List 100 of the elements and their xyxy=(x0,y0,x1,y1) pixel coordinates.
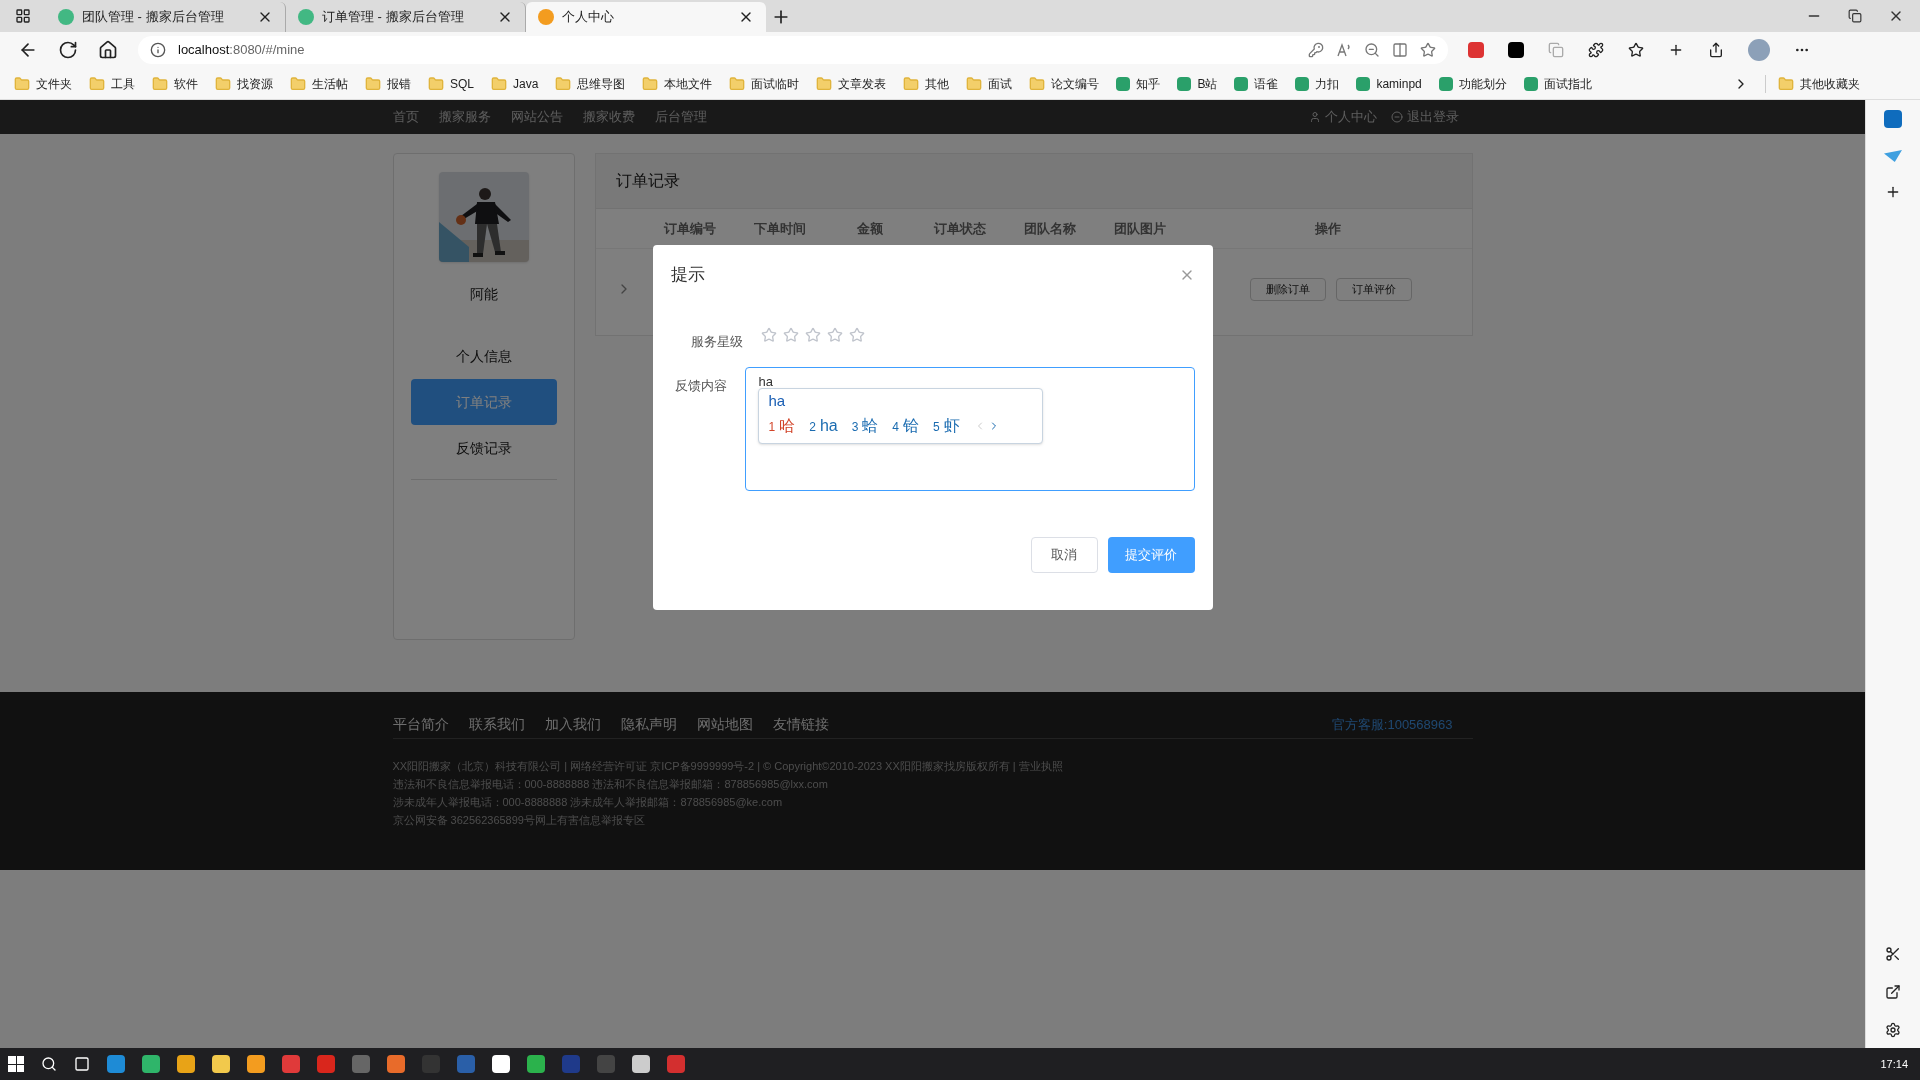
taskbar-app-icon[interactable] xyxy=(212,1055,230,1073)
taskbar-app-icon[interactable] xyxy=(667,1055,685,1073)
footer-link[interactable]: 隐私声明 xyxy=(620,714,677,735)
folder-icon xyxy=(89,75,105,92)
site-icon xyxy=(1438,76,1453,91)
restore-icon[interactable] xyxy=(1848,9,1862,23)
tab-title: 团队管理 - 搬家后台管理 xyxy=(82,8,225,27)
bookmark-item[interactable]: 其他收藏夹 xyxy=(1765,74,1860,93)
bookmark-item[interactable]: 功能划分 xyxy=(1438,74,1507,93)
user-name: 阿能 xyxy=(469,285,498,304)
bookmark-item[interactable]: 思维导图 xyxy=(555,74,626,93)
bookmark-item[interactable]: 文件夹 xyxy=(14,74,72,93)
site-icon xyxy=(1523,76,1538,91)
home-icon[interactable] xyxy=(98,40,118,60)
favorite-icon[interactable] xyxy=(1420,42,1436,58)
taskbar-app-icon[interactable] xyxy=(492,1055,510,1073)
split-screen-icon[interactable] xyxy=(1392,42,1408,58)
collections-icon[interactable] xyxy=(1668,42,1684,58)
bookmark-item[interactable]: 报错 xyxy=(365,74,411,93)
taskbar-app-icon[interactable] xyxy=(632,1055,650,1073)
site-icon xyxy=(1116,76,1131,91)
cancel-button[interactable]: 取消 xyxy=(1030,536,1098,573)
site-icon xyxy=(1234,76,1249,91)
folder-icon xyxy=(642,75,659,92)
bookmark-item[interactable]: 面试 xyxy=(966,74,1013,93)
open-external-icon[interactable] xyxy=(1885,984,1901,1000)
footer-link[interactable]: 网站地图 xyxy=(696,714,753,735)
taskbar-app-icon[interactable] xyxy=(177,1055,195,1073)
bookmark-item[interactable]: 工具 xyxy=(89,74,135,93)
browser-tab[interactable]: 个人中心 xyxy=(526,2,766,32)
ime-candidate[interactable]: 4 铪 xyxy=(892,414,920,438)
row-action-button[interactable]: 订单评价 xyxy=(1335,277,1412,301)
star-icon[interactable] xyxy=(826,326,843,343)
task-view-icon[interactable] xyxy=(74,1056,90,1072)
url-text: localhost:8080/#/mine xyxy=(178,41,306,60)
taskbar-app-icon[interactable] xyxy=(282,1055,300,1073)
logout-icon xyxy=(1390,111,1403,123)
column-header: 团队名称 xyxy=(1022,219,1077,238)
taskbar-app-icon[interactable] xyxy=(142,1055,160,1073)
screenshot-icon[interactable] xyxy=(1885,946,1901,962)
tab-actions-icon[interactable] xyxy=(15,8,31,24)
ime-candidate[interactable]: 2 ha xyxy=(809,414,838,438)
column-header: 下单时间 xyxy=(753,219,808,238)
add-icon[interactable] xyxy=(1885,184,1901,200)
bookmark-item[interactable]: 语雀 xyxy=(1234,74,1279,93)
share-icon[interactable] xyxy=(1708,42,1724,58)
field-label: 反馈内容 xyxy=(673,376,727,395)
paper-plane-icon[interactable] xyxy=(1884,150,1902,162)
bookmark-item[interactable]: B站 xyxy=(1177,74,1218,93)
search-icon[interactable] xyxy=(41,1056,57,1072)
ime-candidate[interactable]: 1 哈 xyxy=(768,414,796,438)
bookmark-item[interactable]: 本地文件 xyxy=(642,74,713,93)
bookmark-item[interactable]: SQL xyxy=(428,74,474,93)
footer-link[interactable]: 平台简介 xyxy=(392,714,449,735)
taskbar-app-icon[interactable] xyxy=(107,1055,125,1073)
ime-composition: ha xyxy=(768,390,787,411)
bookmark-item[interactable]: 论文编号 xyxy=(1029,74,1100,93)
sidebar-item[interactable]: 个人信息 xyxy=(410,333,557,379)
reload-icon[interactable] xyxy=(58,40,78,60)
taskbar-app-icon[interactable] xyxy=(387,1055,405,1073)
bookmark-item[interactable]: 找资源 xyxy=(215,74,273,93)
address-field[interactable]: localhost:8080/#/mine xyxy=(138,36,1448,64)
row-action-button[interactable]: 删除订单 xyxy=(1249,277,1326,301)
bookmark-item[interactable]: 知乎 xyxy=(1116,74,1161,93)
tab-title: 个人中心 xyxy=(562,8,615,27)
sidebar-item[interactable]: 反馈记录 xyxy=(410,425,557,471)
favorites-icon[interactable] xyxy=(1628,42,1644,58)
folder-icon xyxy=(152,75,168,92)
taskbar-app-icon[interactable] xyxy=(527,1055,545,1073)
star-rating[interactable] xyxy=(760,326,865,345)
bookmark-item[interactable]: 文章发表 xyxy=(816,74,887,93)
bookmark-item[interactable]: 面试临时 xyxy=(729,74,800,93)
bookmark-item[interactable]: 软件 xyxy=(152,74,198,93)
zoom-out-icon[interactable] xyxy=(1364,42,1380,58)
start-icon[interactable] xyxy=(8,1056,24,1072)
bookmark-item[interactable]: 生活帖 xyxy=(290,74,348,93)
bookmark-item[interactable]: 面试指北 xyxy=(1523,74,1592,93)
footer-link[interactable]: 加入我们 xyxy=(544,714,601,735)
settings-icon[interactable] xyxy=(1885,1022,1901,1038)
footer-link[interactable]: 联系我们 xyxy=(468,714,525,735)
taskbar-app-icon[interactable] xyxy=(247,1055,265,1073)
bookmark-item[interactable]: 其他 xyxy=(903,74,950,93)
star-icon[interactable] xyxy=(760,326,777,343)
ime-candidate[interactable]: 5 虾 xyxy=(933,414,960,438)
bookmark-item[interactable]: 力扣 xyxy=(1295,74,1340,93)
extensions-icon[interactable] xyxy=(1588,42,1604,58)
card-title: 订单记录 xyxy=(615,171,680,191)
star-icon[interactable] xyxy=(804,326,821,343)
key-icon[interactable] xyxy=(1308,42,1324,58)
profile-avatar-icon[interactable] xyxy=(1748,39,1770,61)
bookmark-item[interactable]: kaminpd xyxy=(1356,74,1422,93)
star-icon[interactable] xyxy=(782,326,799,343)
bookmark-item[interactable]: Java xyxy=(491,74,539,93)
star-icon[interactable] xyxy=(848,326,865,343)
field-label: 服务星级 xyxy=(689,332,743,351)
ime-candidate[interactable]: 3 蛤 xyxy=(851,414,879,438)
read-aloud-icon[interactable] xyxy=(1336,42,1352,58)
column-header: 金额 xyxy=(856,219,885,238)
footer-link[interactable]: 友情链接 xyxy=(772,714,829,735)
taskbar-app-icon[interactable] xyxy=(317,1055,335,1073)
